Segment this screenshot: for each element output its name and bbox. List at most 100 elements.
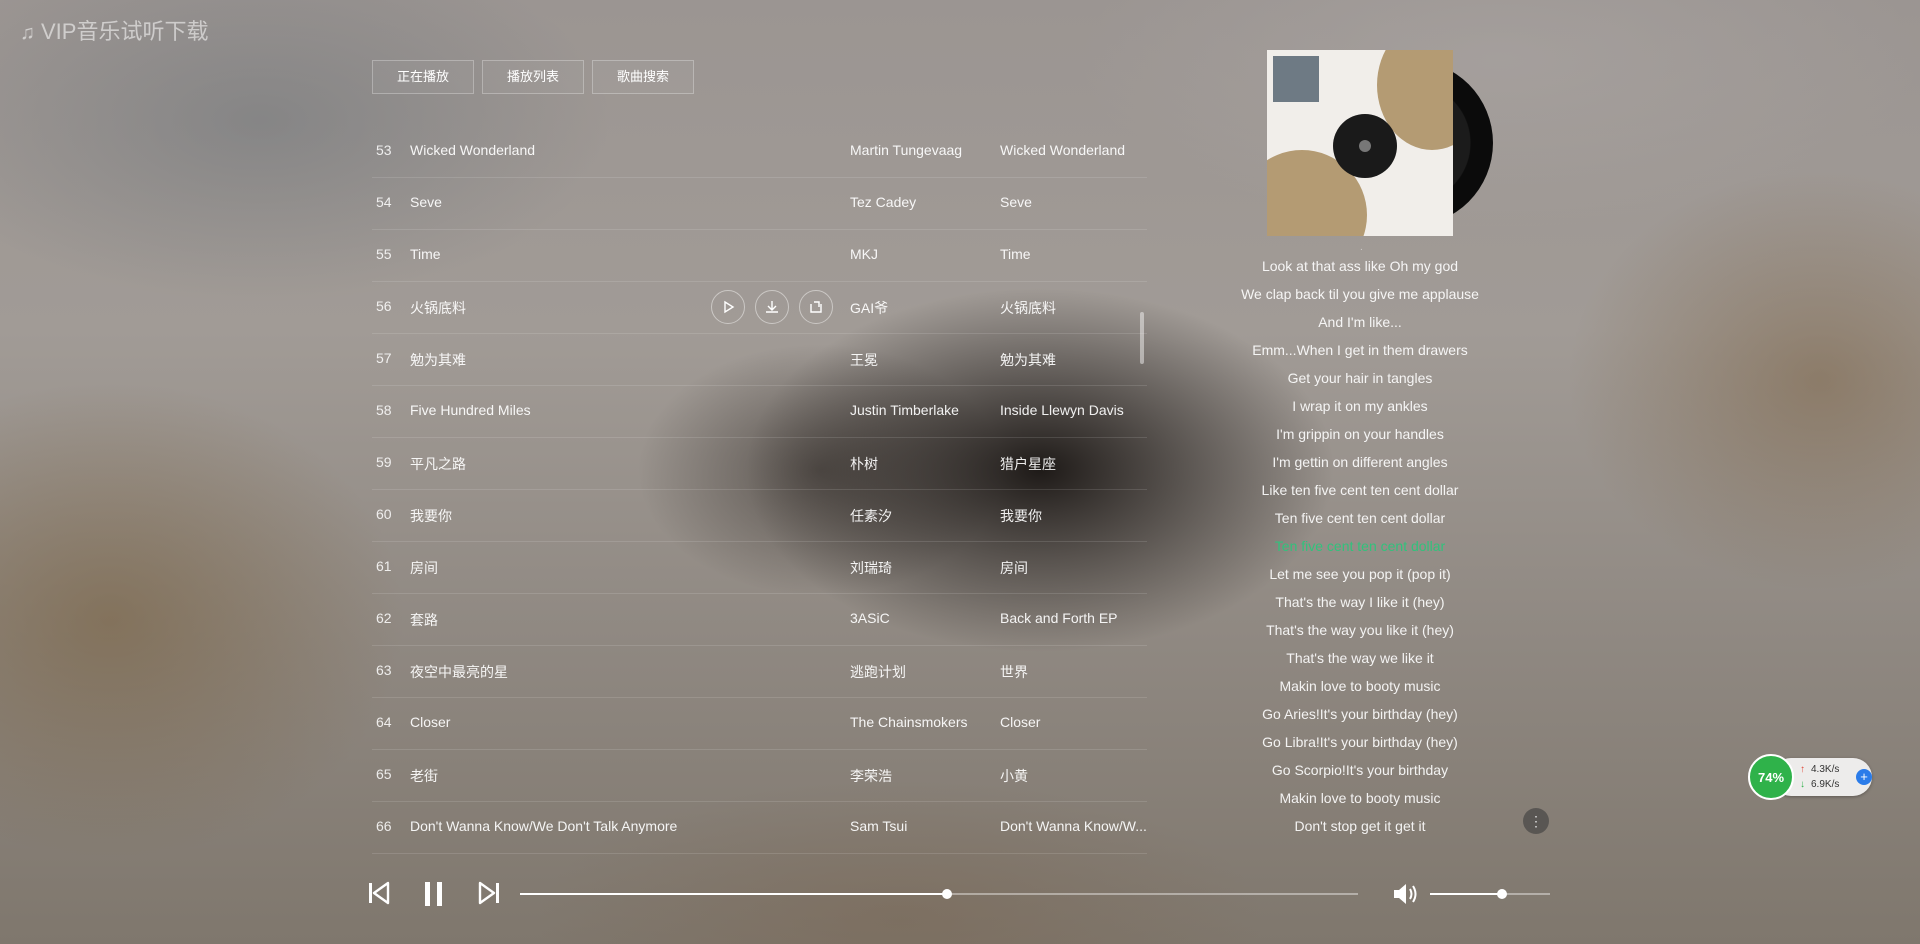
song-row[interactable]: 56 火锅底料 GAI爷 火锅底料 (372, 282, 1147, 334)
download-speed: 6.9K/s (1811, 779, 1840, 790)
song-artist[interactable]: Martin Tungevaag (850, 142, 962, 158)
previous-icon (369, 881, 390, 905)
song-artist[interactable]: 任素汐 (850, 506, 892, 526)
song-album[interactable]: Inside Llewyn Davis (1000, 402, 1150, 418)
progress-handle[interactable] (942, 889, 953, 899)
tab-now-playing[interactable]: 正在播放 (372, 60, 475, 94)
volume-handle[interactable] (1497, 889, 1507, 899)
song-number: 66 (376, 818, 392, 834)
plus-icon[interactable]: + (1856, 769, 1872, 785)
song-album[interactable]: 勉为其难 (1000, 350, 1150, 370)
song-album[interactable]: 房间 (1000, 558, 1150, 578)
song-name[interactable]: Wicked Wonderland (410, 142, 535, 158)
song-album[interactable]: Wicked Wonderland (1000, 142, 1150, 158)
song-album[interactable]: 世界 (1000, 662, 1150, 682)
song-number: 56 (376, 298, 392, 314)
song-album[interactable]: Closer (1000, 714, 1150, 730)
progress-bar[interactable] (520, 889, 1358, 899)
song-row[interactable]: 53 Wicked Wonderland Martin Tungevaag Wicke… (372, 126, 1147, 178)
song-name[interactable]: 老街 (410, 766, 438, 786)
song-artist[interactable]: 刘瑞琦 (850, 558, 892, 578)
song-artist[interactable]: 王冕 (850, 350, 878, 370)
network-speed-widget[interactable]: 74% ↑ 4.3K/s ↓ 6.9K/s + (1748, 754, 1876, 800)
volume-button[interactable] (1392, 882, 1420, 911)
song-name[interactable]: 夜空中最亮的星 (410, 662, 508, 682)
lyric-line: Get your hair in tangles (1287, 370, 1433, 386)
song-number: 54 (376, 194, 392, 210)
more-vertical-icon: ⋮ (1529, 812, 1543, 829)
music-note-icon: ♫ (20, 22, 35, 44)
song-artist[interactable]: 李荣浩 (850, 766, 892, 786)
progress-fill (520, 893, 948, 895)
song-row[interactable]: 60 我要你 任素汐 我要你 (372, 490, 1147, 542)
song-album[interactable]: 火锅底料 (1000, 298, 1150, 318)
song-artist[interactable]: MKJ (850, 246, 878, 262)
song-number: 65 (376, 766, 392, 782)
song-row[interactable]: 61 房间 刘瑞琦 房间 (372, 542, 1147, 594)
more-options-button[interactable]: ⋮ (1523, 808, 1549, 834)
lyric-line: I'm grippin on your handles (1276, 426, 1444, 442)
lyric-line: Emm...When I get in them drawers (1252, 342, 1468, 358)
song-name[interactable]: 我要你 (410, 506, 452, 526)
song-artist[interactable]: Tez Cadey (850, 194, 916, 210)
song-name[interactable]: Five Hundred Miles (410, 402, 531, 418)
song-name[interactable]: Don't Wanna Know/We Don't Talk Anymore (410, 818, 677, 834)
upload-speed: 4.3K/s (1811, 764, 1840, 775)
song-row[interactable]: 57 勉为其难 王冕 勉为其难 (372, 334, 1147, 386)
lyrics-panel: Look at that ass like Oh my god We clap b… (1200, 252, 1520, 840)
song-row[interactable]: 62 套路 3ASiC Back and Forth EP (372, 594, 1147, 646)
song-row[interactable]: 59 平凡之路 朴树 猎户星座 (372, 438, 1147, 490)
volume-slider[interactable] (1430, 889, 1550, 899)
song-row[interactable]: 64 Closer The Chainsmokers Closer (372, 698, 1147, 750)
song-name[interactable]: 房间 (410, 558, 438, 578)
song-album[interactable]: Back and Forth EP (1000, 610, 1150, 626)
download-song-button[interactable] (755, 290, 789, 324)
next-button[interactable] (477, 880, 501, 911)
lyric-line: That's the way you like it (hey) (1266, 622, 1454, 638)
song-row[interactable]: 55 Time MKJ Time (372, 230, 1147, 282)
song-artist[interactable]: The Chainsmokers (850, 714, 968, 730)
lyric-line: Go Libra!It's your birthday (hey) (1262, 734, 1458, 750)
song-name[interactable]: Closer (410, 714, 450, 730)
song-album[interactable]: Time (1000, 246, 1150, 262)
song-artist[interactable]: GAI爷 (850, 298, 888, 318)
song-number: 59 (376, 454, 392, 470)
song-name[interactable]: 套路 (410, 610, 438, 630)
song-album[interactable]: 我要你 (1000, 506, 1150, 526)
song-name[interactable]: 勉为其难 (410, 350, 466, 370)
song-artist[interactable]: Justin Timberlake (850, 402, 959, 418)
song-row[interactable]: 66 Don't Wanna Know/We Don't Talk Anymore… (372, 802, 1147, 854)
song-name[interactable]: 火锅底料 (410, 298, 466, 318)
song-name[interactable]: Time (410, 246, 441, 262)
memory-percent-badge[interactable]: 74% (1748, 754, 1794, 800)
play-icon (724, 300, 735, 314)
lyric-line: I wrap it on my ankles (1292, 398, 1428, 414)
song-album[interactable]: 小黄 (1000, 766, 1150, 786)
song-row[interactable]: 58 Five Hundred Miles Justin Timberlake Ins… (372, 386, 1147, 438)
song-artist[interactable]: Sam Tsui (850, 818, 907, 834)
lyric-line: Like ten five cent ten cent dollar (1261, 482, 1459, 498)
play-song-button[interactable] (711, 290, 745, 324)
tab-playlist[interactable]: 播放列表 (482, 60, 585, 94)
song-name[interactable]: Seve (410, 194, 442, 210)
song-row[interactable]: 54 Seve Tez Cadey Seve (372, 178, 1147, 230)
share-song-button[interactable] (799, 290, 833, 324)
song-artist[interactable]: 朴树 (850, 454, 878, 474)
song-number: 57 (376, 350, 392, 366)
song-album[interactable]: 猎户星座 (1000, 454, 1150, 474)
song-row[interactable]: 63 夜空中最亮的星 逃跑计划 世界 (372, 646, 1147, 698)
player-bar (0, 872, 1920, 916)
tab-song-search[interactable]: 歌曲搜索 (592, 60, 695, 94)
list-scrollbar[interactable] (1140, 312, 1144, 364)
song-row[interactable]: 65 老街 李荣浩 小黄 (372, 750, 1147, 802)
pause-button[interactable] (422, 880, 446, 913)
upload-arrow-icon: ↑ (1800, 764, 1805, 775)
song-artist[interactable]: 3ASiC (850, 610, 890, 626)
song-album[interactable]: Seve (1000, 194, 1150, 210)
song-artist[interactable]: 逃跑计划 (850, 662, 906, 682)
song-name[interactable]: 平凡之路 (410, 454, 466, 474)
album-art (1267, 50, 1453, 236)
song-album[interactable]: Don't Wanna Know/W... (1000, 818, 1150, 834)
previous-button[interactable] (367, 880, 391, 911)
volume-icon (1394, 884, 1417, 904)
